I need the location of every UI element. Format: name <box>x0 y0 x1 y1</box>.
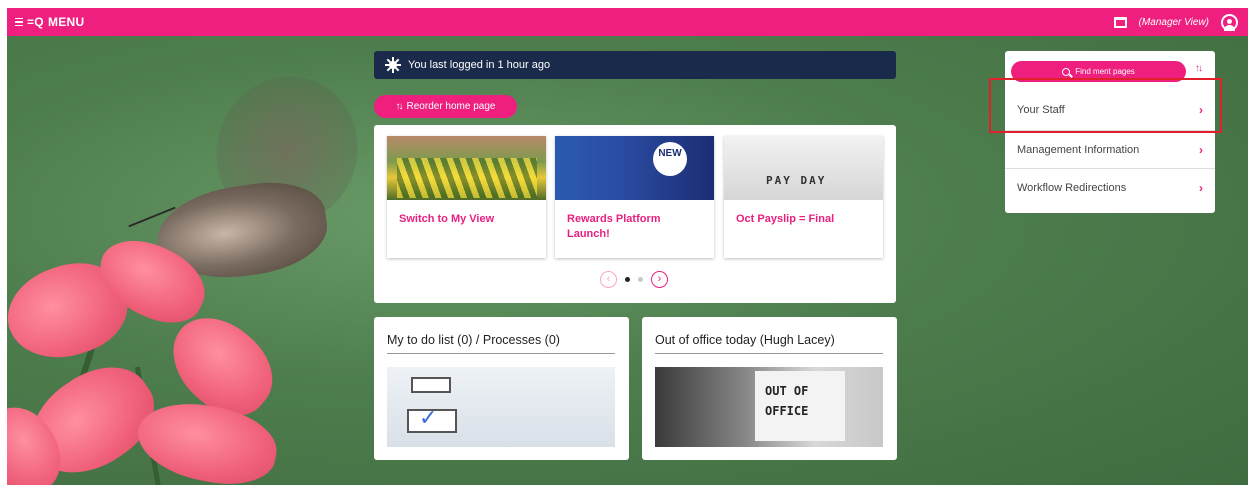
chevron-right-icon: › <box>1199 103 1203 117</box>
card-title: Switch to My View <box>399 213 495 225</box>
topbar-right: (Manager View) <box>1113 8 1238 36</box>
carousel-dot-2[interactable] <box>638 277 643 282</box>
sort-arrows-icon: ↑↓ <box>395 101 404 112</box>
todo-checklist-image: ✓ <box>387 367 615 447</box>
reorder-label: Reorder home page <box>406 101 496 112</box>
sun-icon <box>385 57 401 73</box>
todo-panel-title: My to do list (0) / Processes (0) <box>387 333 615 354</box>
menu-prefix: =Q <box>27 15 44 29</box>
sign-line-2: OFFICE <box>765 404 809 418</box>
menu-item-label: Management Information <box>1017 143 1140 156</box>
card-image-flowers <box>387 136 546 200</box>
out-of-office-image: OUT OF OFFICE <box>655 367 883 447</box>
carousel-dot-1[interactable] <box>625 277 630 282</box>
menu-item-label: Workflow Redirections <box>1017 181 1127 194</box>
menu-item-label: Your Staff <box>1017 104 1065 116</box>
chevron-right-icon: › <box>1199 142 1203 157</box>
window-icon[interactable] <box>1113 16 1127 28</box>
new-badge: NEW <box>653 142 687 176</box>
find-pages-button[interactable]: Find ment pages <box>1011 61 1186 82</box>
carousel-card-rewards[interactable]: NEW Rewards Platform Launch! <box>555 136 714 258</box>
find-pages-label: Find ment pages <box>1075 67 1135 76</box>
user-avatar-icon[interactable] <box>1221 13 1238 31</box>
card-title: Rewards Platform Launch! <box>567 213 661 240</box>
out-of-office-title: Out of office today (Hugh Lacey) <box>655 333 883 354</box>
search-icon <box>1062 67 1071 76</box>
manager-side-menu: Find ment pages ↑↓ Your Staff › Manageme… <box>1005 51 1215 213</box>
news-carousel: Switch to My View NEW Rewards Platform L… <box>374 125 896 303</box>
card-title: Oct Payslip = Final <box>736 213 835 225</box>
card-image-rewards: NEW <box>555 136 714 200</box>
last-login-banner: You last logged in 1 hour ago <box>374 51 896 79</box>
carousel-prev-icon[interactable]: ‹ <box>600 271 617 288</box>
chevron-right-icon: › <box>1199 180 1203 195</box>
out-of-office-panel[interactable]: Out of office today (Hugh Lacey) OUT OF … <box>642 317 897 460</box>
hamburger-icon <box>15 17 23 27</box>
sign-line-1: OUT OF <box>765 384 809 398</box>
carousel-next-icon[interactable]: › <box>651 271 668 288</box>
menu-item-your-staff[interactable]: Your Staff › <box>1005 91 1215 129</box>
card-image-payday: PAY DAY <box>724 136 883 200</box>
last-login-text: You last logged in 1 hour ago <box>408 59 551 71</box>
carousel-pagination: ‹ › <box>600 271 668 288</box>
menu-button[interactable]: =Q MENU <box>7 8 85 36</box>
menu-label: MENU <box>47 15 85 29</box>
view-mode-label[interactable]: (Manager View) <box>1139 17 1209 28</box>
check-mark-icon: ✓ <box>419 405 438 430</box>
carousel-card-switch-view[interactable]: Switch to My View <box>387 136 546 258</box>
menu-item-workflow-redirections[interactable]: Workflow Redirections › <box>1005 168 1215 206</box>
reorder-home-page-button[interactable]: ↑↓ Reorder home page <box>374 95 517 118</box>
carousel-card-payslip[interactable]: PAY DAY Oct Payslip = Final <box>724 136 883 258</box>
checkbox-graphic <box>411 377 451 393</box>
out-of-office-sign: OUT OF OFFICE <box>755 371 845 441</box>
sort-arrows-icon[interactable]: ↑↓ <box>1195 63 1203 74</box>
payday-image-text: PAY DAY <box>766 174 827 187</box>
todo-panel[interactable]: My to do list (0) / Processes (0) ✓ <box>374 317 629 460</box>
top-bar: =Q MENU (Manager View) <box>7 8 1248 36</box>
menu-item-management-information[interactable]: Management Information › <box>1005 130 1215 168</box>
